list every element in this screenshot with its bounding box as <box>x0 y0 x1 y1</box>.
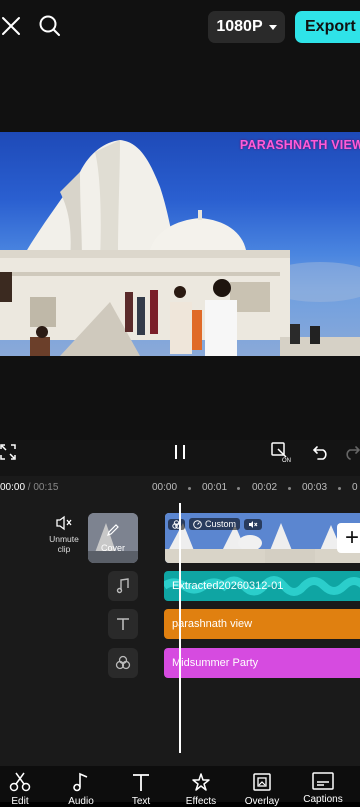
search-icon[interactable] <box>38 14 62 38</box>
ruler-tick: 00:03 <box>302 482 328 493</box>
music-note-icon <box>73 772 88 792</box>
ruler-tick: 0 <box>352 482 358 493</box>
unmute-clip-label: Unmute clip <box>49 534 79 554</box>
effects-badge <box>168 518 185 530</box>
tool-captions[interactable]: Captions <box>293 772 353 805</box>
effects-icon <box>192 773 210 791</box>
text-icon <box>133 774 149 791</box>
fullscreen-icon[interactable] <box>0 443 16 461</box>
svg-text:ON: ON <box>282 458 291 463</box>
add-audio-icon[interactable] <box>108 571 138 601</box>
chevron-down-icon <box>268 24 277 30</box>
text-overlay[interactable]: PARASHNATH VIEW <box>240 138 360 152</box>
effect-track[interactable]: Midsummer Party <box>164 648 360 678</box>
undo-icon[interactable] <box>311 443 331 461</box>
current-time: 00:00 <box>0 482 26 493</box>
time-display: 00:00 / 00:15 <box>0 482 58 493</box>
ruler-dot <box>237 487 240 490</box>
cover-button[interactable]: Cover <box>88 513 138 563</box>
unmute-clip-button[interactable]: Unmute clip <box>44 515 84 554</box>
ruler-dot <box>288 487 291 490</box>
add-clip-button[interactable]: + <box>337 523 360 553</box>
scissors-icon <box>9 772 31 792</box>
mute-icon <box>56 515 72 531</box>
captions-icon <box>312 772 334 790</box>
audio-track[interactable]: Extracted20260312-01 <box>164 571 360 601</box>
pause-icon[interactable] <box>170 443 190 461</box>
playhead[interactable] <box>179 503 181 753</box>
overlay-icon <box>253 773 271 791</box>
ruler-tick: 00:02 <box>252 482 278 493</box>
ruler-tick: 00:01 <box>202 482 228 493</box>
resolution-dropdown[interactable]: 1080P <box>208 11 285 43</box>
close-icon[interactable] <box>0 15 22 37</box>
effect-track-label: Midsummer Party <box>172 657 259 669</box>
audio-track-label: Extracted20260312-01 <box>172 580 284 592</box>
muted-badge <box>244 518 263 530</box>
clip-tags: Custom <box>168 516 263 532</box>
text-track[interactable]: parashnath view <box>164 609 360 639</box>
preview-canvas-background <box>0 356 360 440</box>
export-button[interactable]: Export <box>295 11 360 43</box>
resolution-label: 1080P <box>216 18 263 35</box>
add-text-icon[interactable] <box>108 609 138 639</box>
video-preview[interactable]: PARASHNATH VIEW <box>0 132 360 356</box>
tool-label: Captions <box>303 794 343 805</box>
ruler-tick: 00:00 <box>152 482 178 493</box>
add-effect-icon[interactable] <box>108 648 138 678</box>
redo-icon[interactable] <box>344 443 360 461</box>
pencil-icon <box>106 523 120 542</box>
temple-image <box>0 140 360 356</box>
custom-label: Custom <box>205 519 237 529</box>
cover-label: Cover <box>100 543 125 553</box>
speed-icon <box>193 519 202 529</box>
keyframe-on-icon[interactable]: ON <box>270 441 294 463</box>
ruler-dot <box>338 487 341 490</box>
total-time: / 00:15 <box>25 482 59 493</box>
text-track-label: parashnath view <box>172 618 253 630</box>
ruler-dot <box>188 487 191 490</box>
custom-speed-badge[interactable]: Custom <box>189 518 241 530</box>
